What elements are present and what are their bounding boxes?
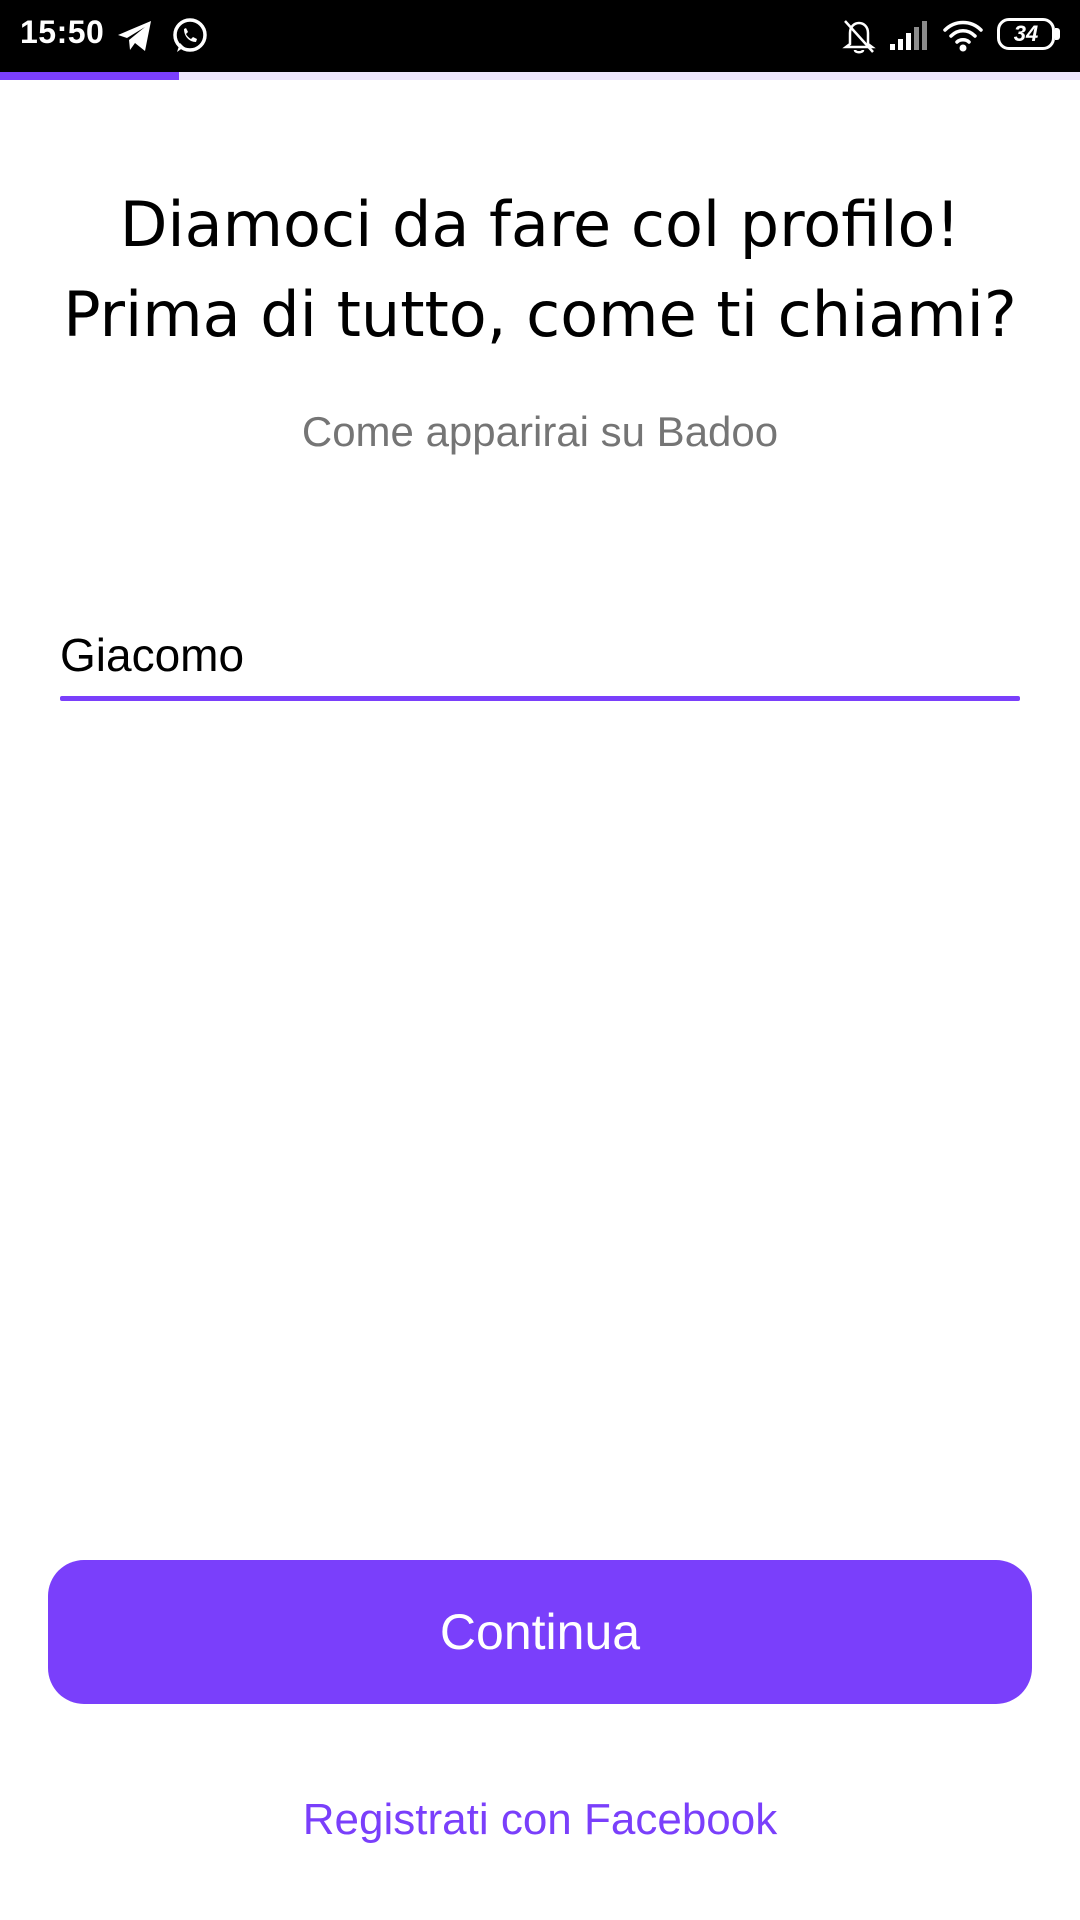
headline-line-1: Diamoci da fare col profilo! <box>119 188 961 261</box>
name-input[interactable] <box>60 620 1020 690</box>
continue-button[interactable]: Continua <box>48 1560 1032 1704</box>
notifications-off-icon <box>842 16 876 56</box>
battery-body: 34 <box>997 18 1055 50</box>
register-with-facebook-link[interactable]: Registrati con Facebook <box>0 1795 1080 1845</box>
battery-icon: 34 <box>997 18 1061 52</box>
battery-tip <box>1055 28 1060 40</box>
subtitle: Come apparirai su Badoo <box>301 408 779 455</box>
signal-icon <box>888 16 928 56</box>
headline-line-2: Prima di tutto, come ti chiami? <box>63 278 1017 351</box>
page-title: Diamoci da fare col profilo! Prima di tu… <box>40 180 1040 360</box>
battery-level: 34 <box>1013 21 1039 46</box>
whatsapp-icon <box>170 16 210 56</box>
onboarding-progress-bar <box>0 72 1080 80</box>
screen: 15:50 34 Diamoci da fare col profilo! Pr… <box>0 0 1080 1920</box>
status-time: 15:50 <box>20 14 105 50</box>
status-bar: 15:50 34 <box>0 0 1080 72</box>
telegram-icon <box>116 16 154 56</box>
name-input-underline <box>60 696 1020 701</box>
wifi-icon <box>942 16 984 56</box>
name-field[interactable] <box>60 620 1020 701</box>
onboarding-progress-fill <box>0 72 180 80</box>
